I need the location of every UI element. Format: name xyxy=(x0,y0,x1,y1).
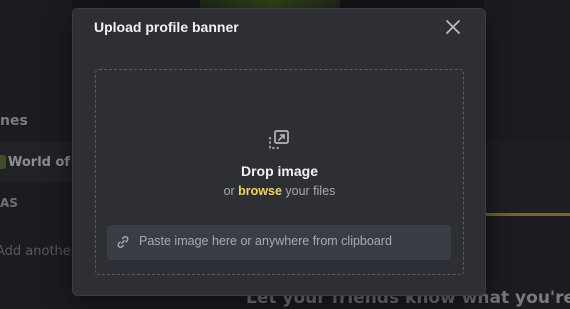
modal-title: Upload profile banner xyxy=(94,19,239,35)
paste-placeholder: Paste image here or anywhere from clipbo… xyxy=(139,234,392,248)
drop-subtitle: or browse your files xyxy=(96,184,463,198)
link-icon xyxy=(117,236,129,248)
image-upload-icon xyxy=(269,130,289,149)
close-button[interactable] xyxy=(444,18,462,36)
close-icon xyxy=(446,20,460,34)
browse-link[interactable]: browse xyxy=(238,184,282,198)
image-dropzone[interactable]: Drop image or browse your files Paste im… xyxy=(95,69,464,275)
upload-banner-modal: Upload profile banner Drop image or brow… xyxy=(72,8,486,296)
subtitle-suffix: your files xyxy=(281,184,336,198)
paste-from-clipboard-field[interactable]: Paste image here or anywhere from clipbo… xyxy=(107,225,451,260)
subtitle-prefix: or xyxy=(223,184,239,198)
drop-image-title: Drop image xyxy=(240,163,318,179)
